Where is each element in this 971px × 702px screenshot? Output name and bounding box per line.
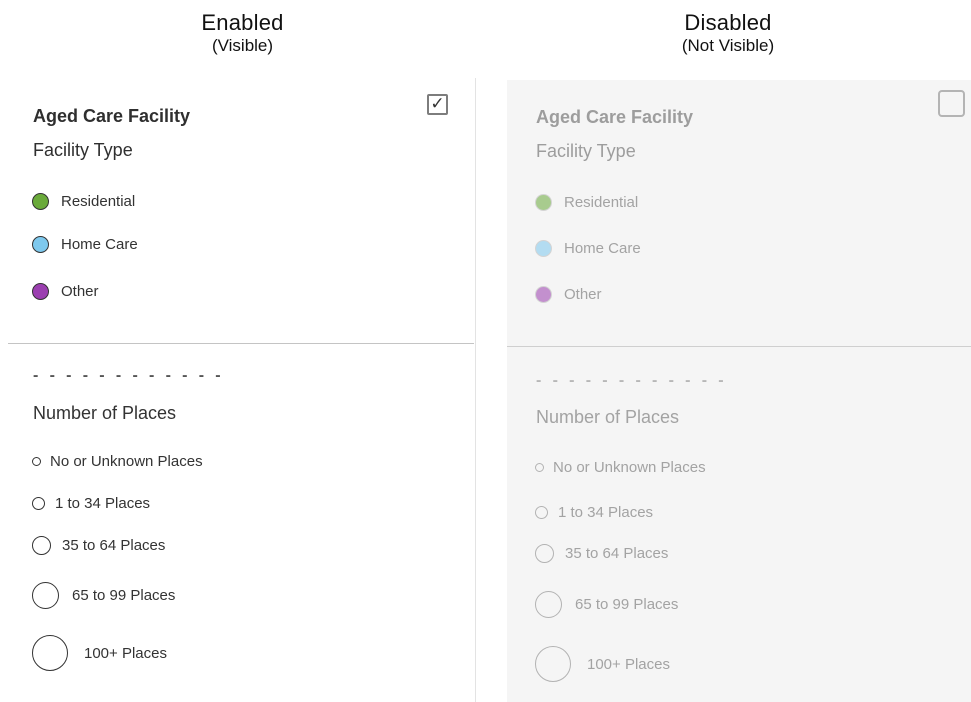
tiny-circle-icon xyxy=(32,457,41,466)
medium-circle-icon xyxy=(535,544,554,563)
legend-item-1-to-34: 1 to 34 Places xyxy=(32,495,150,512)
legend-panel-disabled: Aged Care Facility Facility Type Residen… xyxy=(507,80,971,702)
legend-item-100-plus: 100+ Places xyxy=(535,646,670,682)
legend-item-label: Other xyxy=(61,282,99,300)
legend-item-other: Other xyxy=(535,283,602,305)
legend-item-label: 35 to 64 Places xyxy=(62,537,166,554)
purple-dot-icon xyxy=(535,285,552,303)
dashed-separator: - - - - - - - - - - - - xyxy=(33,367,225,384)
legend-item-label: Residential xyxy=(61,192,136,210)
legend-item-1-to-34: 1 to 34 Places xyxy=(535,504,653,521)
legend-item-residential: Residential xyxy=(535,191,638,213)
places-label: Number of Places xyxy=(536,407,680,427)
legend-item-65-to-99: 65 to 99 Places xyxy=(535,591,678,618)
tiny-circle-icon xyxy=(535,463,544,472)
large-circle-icon xyxy=(32,582,59,609)
section-separator xyxy=(8,343,474,344)
xlarge-circle-icon xyxy=(535,646,571,682)
legend-item-no-places: No or Unknown Places xyxy=(535,459,706,476)
disabled-column-header: Disabled (Not Visible) xyxy=(485,10,971,56)
places-label: Number of Places xyxy=(33,403,177,423)
disabled-subtitle: (Not Visible) xyxy=(681,36,775,55)
legend-item-35-to-64: 35 to 64 Places xyxy=(32,536,165,555)
light-blue-dot-icon xyxy=(32,235,49,253)
legend-panel-enabled: ✓ Aged Care Facility Facility Type Resid… xyxy=(8,80,474,702)
legend-title: Aged Care Facility xyxy=(33,106,191,126)
legend-item-no-places: No or Unknown Places xyxy=(32,453,203,470)
visibility-checkbox-unchecked[interactable] xyxy=(938,90,965,117)
enabled-subtitle: (Visible) xyxy=(211,36,274,55)
column-divider xyxy=(475,78,476,702)
facility-type-label: Facility Type xyxy=(33,140,133,160)
medium-circle-icon xyxy=(32,536,51,555)
facility-type-label: Facility Type xyxy=(536,141,636,161)
large-circle-icon xyxy=(535,591,562,618)
disabled-title: Disabled xyxy=(684,10,772,35)
green-dot-icon xyxy=(535,193,552,211)
section-separator xyxy=(507,346,971,347)
visibility-checkbox-checked[interactable]: ✓ xyxy=(427,94,448,115)
legend-item-label: 100+ Places xyxy=(587,655,670,673)
legend-item-label: Residential xyxy=(564,193,639,211)
legend-item-35-to-64: 35 to 64 Places xyxy=(535,544,668,563)
small-circle-icon xyxy=(535,506,548,519)
legend-item-label: Home Care xyxy=(564,239,641,257)
enabled-title: Enabled xyxy=(201,10,284,35)
enabled-column-header: Enabled (Visible) xyxy=(0,10,485,56)
legend-item-label: No or Unknown Places xyxy=(50,453,203,470)
legend-item-label: 100+ Places xyxy=(84,644,167,662)
xlarge-circle-icon xyxy=(32,635,68,671)
legend-item-label: 1 to 34 Places xyxy=(55,495,151,512)
purple-dot-icon xyxy=(32,282,49,300)
legend-item-65-to-99: 65 to 99 Places xyxy=(32,582,175,609)
legend-item-label: 65 to 99 Places xyxy=(575,596,679,613)
dashed-separator: - - - - - - - - - - - - xyxy=(536,372,728,389)
legend-item-other: Other xyxy=(32,280,99,302)
legend-item-label: Other xyxy=(564,285,602,303)
legend-item-home-care: Home Care xyxy=(535,237,641,259)
legend-item-residential: Residential xyxy=(32,190,135,212)
small-circle-icon xyxy=(32,497,45,510)
green-dot-icon xyxy=(32,192,49,210)
legend-item-label: 35 to 64 Places xyxy=(565,545,669,562)
legend-item-label: 65 to 99 Places xyxy=(72,587,176,604)
legend-item-label: 1 to 34 Places xyxy=(558,504,654,521)
legend-item-label: Home Care xyxy=(61,235,138,253)
legend-item-100-plus: 100+ Places xyxy=(32,635,167,671)
legend-item-label: No or Unknown Places xyxy=(553,459,706,476)
legend-item-home-care: Home Care xyxy=(32,233,138,255)
legend-title: Aged Care Facility xyxy=(536,107,694,127)
light-blue-dot-icon xyxy=(535,239,552,257)
